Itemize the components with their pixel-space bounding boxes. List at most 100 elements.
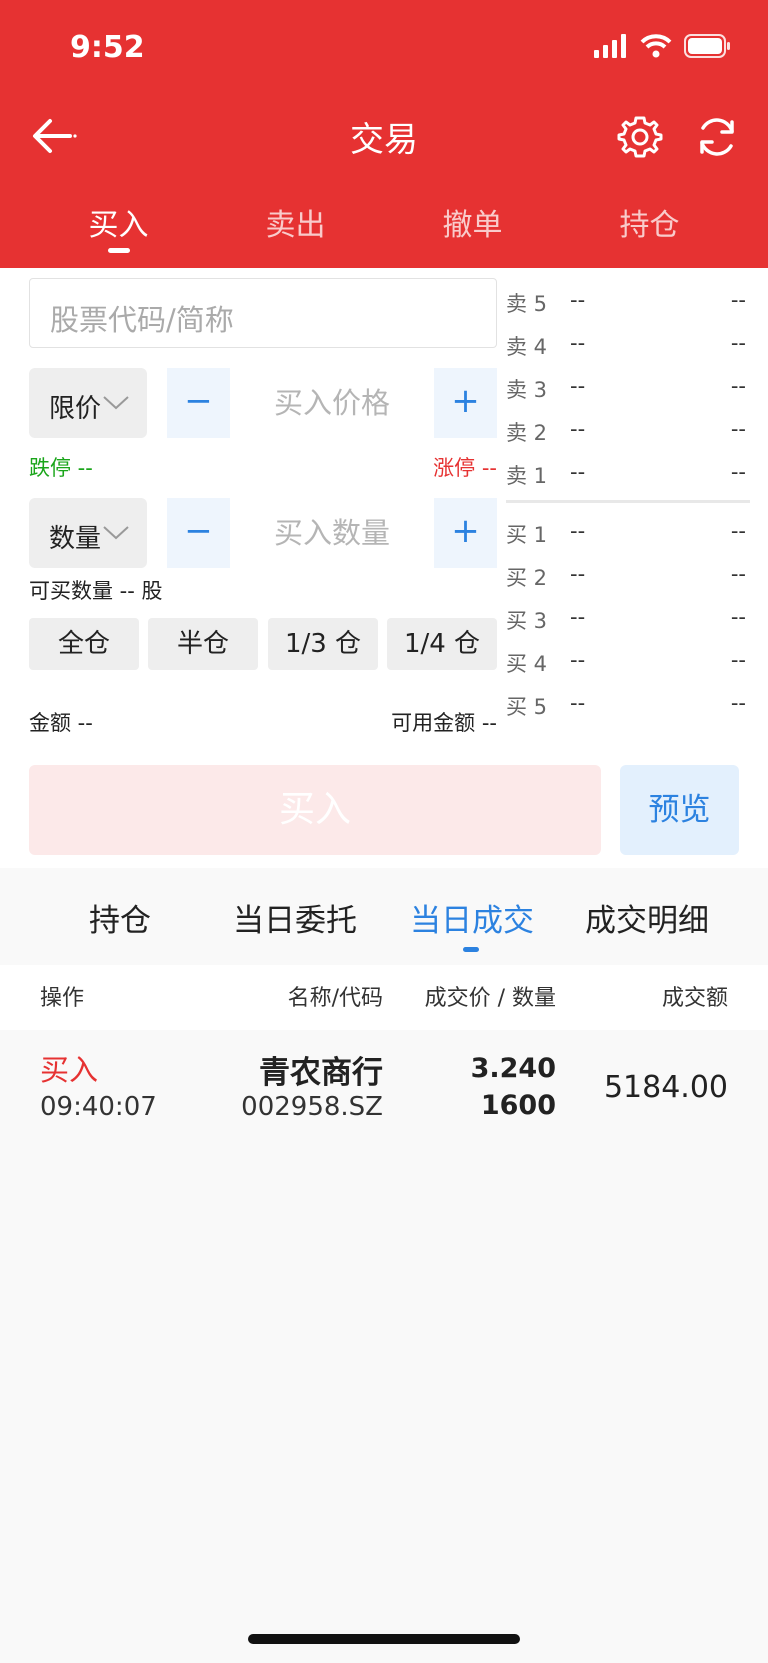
status-icons xyxy=(594,34,732,58)
header: 9:52 交易 买入 卖出 撤单 持仓 xyxy=(0,0,768,268)
available-amount-label: 可用金额 -- xyxy=(391,711,497,735)
col-header-amount: 成交额 xyxy=(661,986,728,1011)
ask-row: 卖 4 -- -- xyxy=(506,323,746,363)
bid-price: -- xyxy=(570,691,586,715)
trade-price: 3.240 xyxy=(470,1053,556,1084)
third-position-button[interactable]: 1/3 仓 xyxy=(268,618,378,670)
quantity-plus-button[interactable]: + xyxy=(434,498,497,568)
preview-button[interactable]: 预览 xyxy=(620,765,739,855)
tab-cancel[interactable]: 撤单 xyxy=(384,200,561,260)
record-tabs: 持仓 当日委托 当日成交 成交明细 xyxy=(0,895,768,965)
tab-today-trades[interactable]: 当日成交 xyxy=(410,895,534,940)
price-minus-button[interactable]: − xyxy=(167,368,230,438)
bid-level: 买 2 xyxy=(506,566,548,590)
quantity-stepper: − 买入数量 + xyxy=(167,498,497,568)
half-position-button[interactable]: 半仓 xyxy=(148,618,258,670)
trade-stock-code: 002958.SZ xyxy=(241,1092,383,1122)
trade-time: 09:40:07 xyxy=(40,1092,157,1122)
ask-row: 卖 2 -- -- xyxy=(506,409,746,449)
tab-holdings[interactable]: 持仓 xyxy=(561,200,738,260)
bid-price: -- xyxy=(570,562,586,586)
quantity-type-label: 数量 xyxy=(49,524,102,554)
search-placeholder: 股票代码/简称 xyxy=(50,303,234,337)
stock-search-input[interactable]: 股票代码/简称 xyxy=(29,278,497,348)
ask-price: -- xyxy=(570,374,586,398)
battery-icon xyxy=(684,34,730,58)
bid-level: 买 1 xyxy=(506,523,548,547)
bid-level: 买 5 xyxy=(506,695,548,719)
ask-price: -- xyxy=(570,331,586,355)
col-header-name: 名称/代码 xyxy=(287,986,383,1011)
chevron-down-icon xyxy=(103,526,129,540)
ask-level: 卖 3 xyxy=(506,378,548,402)
main-tabs: 买入 卖出 撤单 持仓 xyxy=(0,200,768,260)
trade-stock-name: 青农商行 xyxy=(259,1055,383,1091)
trade-list xyxy=(0,1030,768,1663)
bid-volume: -- xyxy=(730,519,746,543)
bid-level: 买 3 xyxy=(506,609,548,633)
ask-level: 卖 5 xyxy=(506,292,548,316)
bid-row: 买 1 -- -- xyxy=(506,511,746,551)
full-position-button[interactable]: 全仓 xyxy=(29,618,139,670)
quarter-position-button[interactable]: 1/4 仓 xyxy=(387,618,497,670)
price-type-select[interactable]: 限价 xyxy=(29,368,147,438)
buyable-quantity: 可买数量 -- 股 xyxy=(29,579,163,603)
ask-price: -- xyxy=(570,288,586,312)
ask-price: -- xyxy=(570,417,586,441)
home-indicator xyxy=(248,1634,520,1644)
bid-price: -- xyxy=(570,648,586,672)
price-type-label: 限价 xyxy=(49,394,102,424)
price-input[interactable]: 买入价格 xyxy=(230,368,434,438)
tab-positions[interactable]: 持仓 xyxy=(89,895,151,940)
limit-down: 跌停 -- xyxy=(29,456,93,480)
bid-row: 买 3 -- -- xyxy=(506,597,746,637)
tab-today-orders[interactable]: 当日委托 xyxy=(233,895,357,940)
table-header-bg xyxy=(0,965,768,1030)
bid-row: 买 4 -- -- xyxy=(506,640,746,680)
bid-volume: -- xyxy=(730,562,746,586)
price-plus-button[interactable]: + xyxy=(434,368,497,438)
status-time: 9:52 xyxy=(70,30,145,65)
ask-level: 卖 4 xyxy=(506,335,548,359)
quantity-input[interactable]: 买入数量 xyxy=(230,498,434,568)
price-stepper: − 买入价格 + xyxy=(167,368,497,438)
ask-row: 卖 3 -- -- xyxy=(506,366,746,406)
signal-icon xyxy=(594,34,626,58)
ask-volume: -- xyxy=(730,417,746,441)
ask-volume: -- xyxy=(730,288,746,312)
col-header-price-qty: 成交价 / 数量 xyxy=(424,986,556,1011)
tab-sell[interactable]: 卖出 xyxy=(207,200,384,260)
trade-action: 买入 xyxy=(40,1053,99,1087)
quantity-minus-button[interactable]: − xyxy=(167,498,230,568)
ask-level: 卖 2 xyxy=(506,421,548,445)
active-tab-indicator xyxy=(463,947,479,952)
order-book-divider xyxy=(506,500,750,503)
bid-level: 买 4 xyxy=(506,652,548,676)
buy-button[interactable]: 买入 xyxy=(29,765,601,855)
ask-level: 卖 1 xyxy=(506,464,548,488)
ask-volume: -- xyxy=(730,374,746,398)
quantity-type-select[interactable]: 数量 xyxy=(29,498,147,568)
bid-volume: -- xyxy=(730,648,746,672)
wifi-icon xyxy=(640,34,672,58)
tab-trade-details[interactable]: 成交明细 xyxy=(585,895,709,940)
ask-row: 卖 5 -- -- xyxy=(506,280,746,320)
trade-quantity: 1600 xyxy=(480,1090,556,1121)
ask-volume: -- xyxy=(730,331,746,355)
tab-buy[interactable]: 买入 xyxy=(30,200,207,260)
limit-up: 涨停 -- xyxy=(433,456,497,480)
trade-amount: 5184.00 xyxy=(603,1070,728,1105)
ask-price: -- xyxy=(570,460,586,484)
bid-price: -- xyxy=(570,519,586,543)
amount-label: 金额 -- xyxy=(29,711,93,735)
bid-row: 买 5 -- -- xyxy=(506,683,746,723)
ask-volume: -- xyxy=(730,460,746,484)
refresh-icon[interactable] xyxy=(694,114,740,160)
ask-row: 卖 1 -- -- xyxy=(506,452,746,492)
bid-price: -- xyxy=(570,605,586,629)
bid-volume: -- xyxy=(730,605,746,629)
gear-icon[interactable] xyxy=(617,114,663,160)
bid-volume: -- xyxy=(730,691,746,715)
chevron-down-icon xyxy=(103,396,129,410)
col-header-action: 操作 xyxy=(40,986,85,1011)
